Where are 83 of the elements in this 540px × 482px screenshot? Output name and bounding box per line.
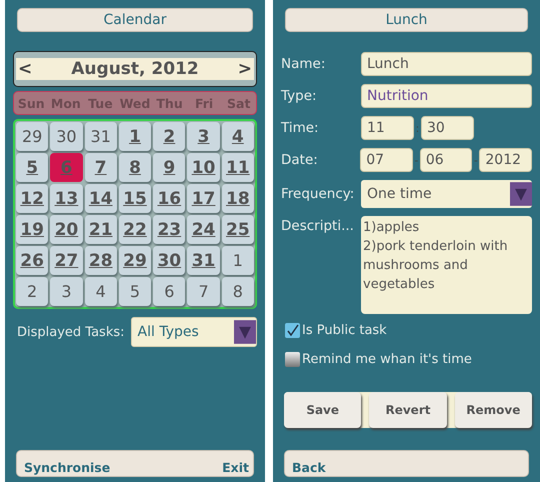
minute-field[interactable]: 30 bbox=[421, 116, 474, 140]
day-button[interactable]: 4 bbox=[222, 122, 254, 151]
date-field[interactable]: 2012 bbox=[479, 148, 532, 172]
time-label: Time: bbox=[281, 120, 320, 136]
time-separator: : bbox=[414, 122, 420, 134]
day-button[interactable]: 31 bbox=[187, 246, 220, 275]
day-button[interactable]: 29 bbox=[16, 122, 48, 151]
description-field[interactable]: 1)apples 2)pork tenderloin with mushrooms and vegetables bbox=[361, 216, 532, 314]
day-button[interactable]: 5 bbox=[118, 277, 152, 306]
weekday-label: Sun bbox=[16, 96, 46, 110]
day-button[interactable]: 5 bbox=[16, 153, 48, 182]
frequency-label: Frequency: bbox=[281, 186, 356, 202]
weekday-label: Tue bbox=[87, 96, 114, 110]
type-label: Type: bbox=[281, 88, 318, 104]
action-button[interactable]: Revert bbox=[369, 392, 447, 428]
screen-title: Calendar bbox=[17, 8, 253, 32]
filter-label: Displayed Tasks: bbox=[17, 324, 125, 340]
synchronise-button[interactable]: Synchronise bbox=[24, 460, 110, 475]
day-button[interactable]: 24 bbox=[187, 215, 220, 244]
day-button[interactable]: 22 bbox=[118, 215, 152, 244]
day-button[interactable]: 30 bbox=[50, 122, 83, 151]
day-button[interactable]: 3 bbox=[50, 277, 83, 306]
type-field[interactable]: Nutrition bbox=[361, 84, 532, 108]
name-field[interactable]: Lunch bbox=[361, 52, 532, 76]
previous-month-button[interactable]: < bbox=[18, 59, 32, 79]
checkbox[interactable] bbox=[285, 352, 300, 367]
day-button[interactable]: 2 bbox=[153, 122, 186, 151]
day-button[interactable]: 15 bbox=[118, 184, 152, 213]
weekday-label: Fri bbox=[194, 96, 214, 110]
day-button[interactable]: 8 bbox=[118, 153, 152, 182]
description-label: Descripti... bbox=[281, 217, 355, 234]
day-button[interactable]: 30 bbox=[153, 246, 186, 275]
day-button[interactable]: 25 bbox=[222, 215, 254, 244]
action-button[interactable]: Remove bbox=[454, 392, 532, 428]
day-button[interactable]: 11 bbox=[222, 153, 254, 182]
weekday-label: Sat bbox=[226, 96, 252, 110]
screen-title: Lunch bbox=[285, 8, 528, 32]
day-button[interactable]: 21 bbox=[84, 215, 117, 244]
weekday-label: Thu bbox=[155, 96, 184, 110]
day-button[interactable]: 13 bbox=[50, 184, 83, 213]
checkbox-label: Remind me whan it's time bbox=[302, 352, 472, 367]
back-button[interactable]: Back bbox=[292, 460, 326, 475]
date-field[interactable]: 07 bbox=[360, 148, 413, 172]
checkbox[interactable] bbox=[285, 323, 300, 338]
day-button[interactable]: 26 bbox=[16, 246, 48, 275]
action-button[interactable]: Save bbox=[284, 392, 362, 428]
day-button[interactable]: 29 bbox=[118, 246, 152, 275]
day-button[interactable]: 1 bbox=[222, 246, 254, 275]
day-button[interactable]: 31 bbox=[84, 122, 117, 151]
day-button[interactable]: 23 bbox=[153, 215, 186, 244]
date-separator: - bbox=[472, 154, 479, 166]
frequency-dropdown[interactable]: One time bbox=[361, 180, 532, 208]
day-button[interactable]: 6 bbox=[153, 277, 186, 306]
day-button[interactable]: 2 bbox=[16, 277, 48, 306]
day-button[interactable]: 7 bbox=[84, 153, 117, 182]
date-separator: - bbox=[413, 154, 420, 166]
day-button[interactable]: 3 bbox=[187, 122, 220, 151]
day-button[interactable]: 14 bbox=[84, 184, 117, 213]
task-type-dropdown[interactable]: All Types bbox=[130, 317, 257, 347]
month-title: August, 2012 bbox=[71, 59, 199, 79]
day-button[interactable]: 7 bbox=[187, 277, 220, 306]
day-button[interactable]: 27 bbox=[50, 246, 83, 275]
date-label: Date: bbox=[281, 152, 319, 168]
exit-button[interactable]: Exit bbox=[222, 460, 249, 475]
weekday-label: Mon bbox=[50, 96, 82, 110]
day-button[interactable]: 17 bbox=[187, 184, 220, 213]
date-field[interactable]: 06 bbox=[420, 148, 472, 172]
next-month-button[interactable]: > bbox=[238, 59, 252, 79]
hour-field[interactable]: 11 bbox=[361, 116, 414, 140]
day-button[interactable]: 10 bbox=[187, 153, 220, 182]
day-button[interactable]: 9 bbox=[153, 153, 186, 182]
day-button[interactable]: 4 bbox=[84, 277, 117, 306]
day-button[interactable]: 12 bbox=[16, 184, 48, 213]
day-button[interactable]: 20 bbox=[50, 215, 83, 244]
day-button[interactable]: 1 bbox=[118, 122, 152, 151]
day-button[interactable]: 19 bbox=[16, 215, 48, 244]
weekday-label: Wed bbox=[118, 96, 152, 110]
name-label: Name: bbox=[281, 56, 326, 72]
day-button[interactable]: 16 bbox=[153, 184, 186, 213]
day-button[interactable]: 18 bbox=[222, 184, 254, 213]
day-button[interactable]: 8 bbox=[222, 277, 254, 306]
checkbox-label: Is Public task bbox=[302, 323, 387, 338]
day-button[interactable]: 28 bbox=[84, 246, 117, 275]
